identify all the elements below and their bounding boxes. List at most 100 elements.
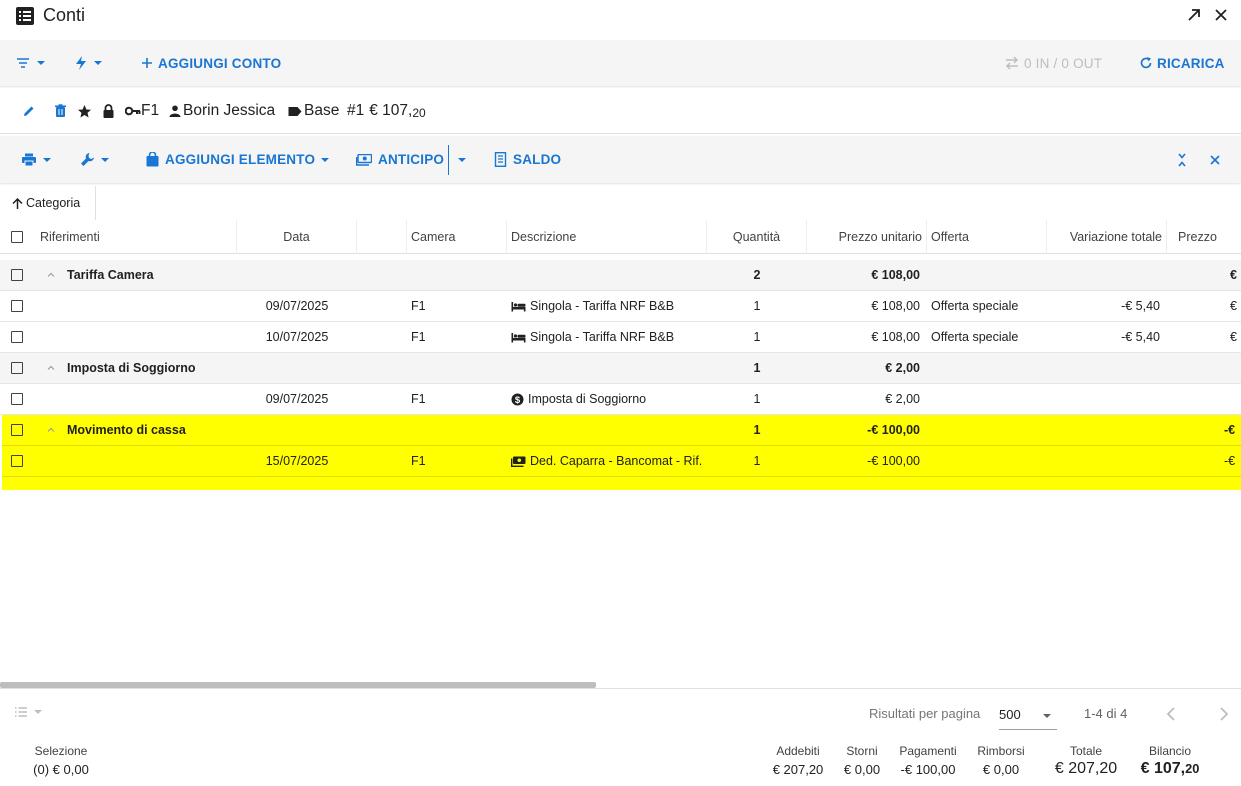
row-checkbox[interactable] [11,455,23,467]
tag-icon [288,106,302,117]
chevron-up-icon[interactable] [46,363,56,373]
row-checkbox[interactable] [11,424,23,436]
close-icon[interactable] [1213,7,1229,23]
table-row[interactable]: 10/07/2025 F1 Singola - Tariffa NRF B&B … [0,322,1241,353]
lock-button[interactable] [102,88,115,134]
rows-per-page-label: Risultati per pagina [869,706,981,721]
collapse-button[interactable] [1176,136,1188,183]
favorite-button[interactable] [77,88,92,134]
list-icon [14,706,28,718]
rows-per-page-value: 500 [999,707,1021,722]
column-header-quantity[interactable]: Quantità [707,220,807,254]
select-all-checkbox[interactable] [11,231,23,243]
highlight-tail [2,477,1241,490]
account-amount: #1 € 107, 20 [347,88,426,134]
cell-price: € [1230,268,1237,282]
summary-label: Bilancio [1148,744,1192,758]
group-by-chip[interactable]: Categoria [0,186,96,220]
row-checkbox[interactable] [11,269,23,281]
chevron-down-icon [32,706,44,718]
summary-value: (0) € 0,00 [33,762,89,777]
cell-quantity: 1 [753,361,761,375]
cell-offer: Offerta speciale [931,330,1019,344]
balance-button[interactable]: SALDO [494,136,561,183]
chevron-down-icon [35,57,47,69]
cell-total-variation: -€ 5,40 [1121,299,1160,313]
summary-label: Addebiti [776,744,820,758]
next-page-icon[interactable] [1217,704,1231,724]
filter-icon [15,55,31,71]
filter-menu-button[interactable] [15,40,47,86]
table-row[interactable]: 09/07/2025 F1 $ Imposta di Soggiorno 1 €… [0,384,1241,415]
cell-price: € [1230,330,1237,344]
key-icon [125,106,141,116]
reload-button[interactable]: RICARICA [1139,40,1225,86]
column-header-room[interactable]: Camera [407,220,507,254]
column-header-unit-price[interactable]: Prezzo unitario [807,220,927,254]
balance-label: SALDO [513,152,562,167]
column-chooser-button[interactable] [14,706,44,718]
deposit-dropdown-button[interactable] [456,136,468,183]
description-text: Singola - Tariffa NRF B&B [530,330,675,344]
io-status-label: 0 IN / 0 OUT [1024,55,1103,71]
chevron-down-icon [41,154,53,166]
table-row[interactable]: 15/07/2025 F1 Ded. Caparra - Bancomat - … [2,446,1241,477]
collapse-icon [1176,152,1188,167]
swap-icon [1004,56,1020,70]
rows-per-page-select[interactable]: 500 [999,700,1057,730]
description-text: Ded. Caparra - Bancomat - Rif. [530,454,703,468]
column-header-date[interactable]: Data [237,220,357,254]
printer-icon [21,153,37,167]
column-header-description[interactable]: Descrizione [507,220,707,254]
tools-menu-button[interactable] [80,136,111,183]
close-account-button[interactable] [1209,136,1221,183]
row-checkbox[interactable] [11,300,23,312]
summary-value: € 0,00 [982,762,1020,777]
deposit-button[interactable]: ANTICIPO [356,136,444,183]
account-number: #1 [347,102,365,119]
wrench-icon [80,152,95,167]
column-header-total-variation[interactable]: Variazione totale [1047,220,1167,254]
column-header-offer[interactable]: Offerta [927,220,1047,254]
cell-quantity: 1 [753,423,761,437]
row-checkbox[interactable] [11,393,23,405]
column-header-blank[interactable] [357,220,407,254]
summary-refunds: Rimborsi € 0,00 [972,744,1030,777]
table-row[interactable]: 09/07/2025 F1 Singola - Tariffa NRF B&B … [0,291,1241,322]
row-checkbox[interactable] [11,362,23,374]
actions-menu-button[interactable] [74,40,104,86]
cell-description: Singola - Tariffa NRF B&B [511,322,707,352]
cell-unit-price: € 108,00 [871,330,920,344]
table-row-group[interactable]: Tariffa Camera 2 € 108,00 € [0,260,1241,291]
chevron-up-icon[interactable] [46,270,56,280]
account-amount-dec: 20 [412,106,426,120]
open-external-icon[interactable] [1186,7,1202,23]
column-header-price[interactable]: Prezzo [1167,220,1241,254]
add-account-button[interactable]: AGGIUNGI CONTO [140,40,281,86]
account-toolbar: AGGIUNGI ELEMENTO ANTICIPO SALDO [0,136,1241,183]
previous-page-icon[interactable] [1165,704,1179,724]
cell-unit-price: -€ 100,00 [867,454,920,468]
summary-total: Totale € 207,20 [1050,744,1122,778]
split-button-divider [448,145,449,175]
group-name: Imposta di Soggiorno [67,361,196,375]
summary-label: Storni [846,744,878,758]
trash-icon [54,104,67,118]
table-row-group[interactable]: Movimento di cassa 1 -€ 100,00 -€ [2,415,1241,446]
balance-dec: 20 [1185,761,1200,776]
rate-tag-label: Base [304,102,340,119]
chevron-down-icon [1041,710,1053,722]
window-title-bar: Conti [0,0,1241,38]
cell-unit-price: -€ 100,00 [867,423,920,437]
edit-account-button[interactable] [22,88,36,134]
column-header-references[interactable]: Riferimenti [36,220,237,254]
print-menu-button[interactable] [21,136,53,183]
table-row-group[interactable]: Imposta di Soggiorno 1 € 2,00 [0,353,1241,384]
row-checkbox[interactable] [11,331,23,343]
room-number: F1 [141,102,160,119]
horizontal-scrollbar[interactable] [0,682,596,688]
delete-account-button[interactable] [54,88,67,134]
add-item-button[interactable]: AGGIUNGI ELEMENTO [146,136,331,183]
chevron-up-icon[interactable] [46,425,56,435]
cell-quantity: 1 [753,330,761,344]
